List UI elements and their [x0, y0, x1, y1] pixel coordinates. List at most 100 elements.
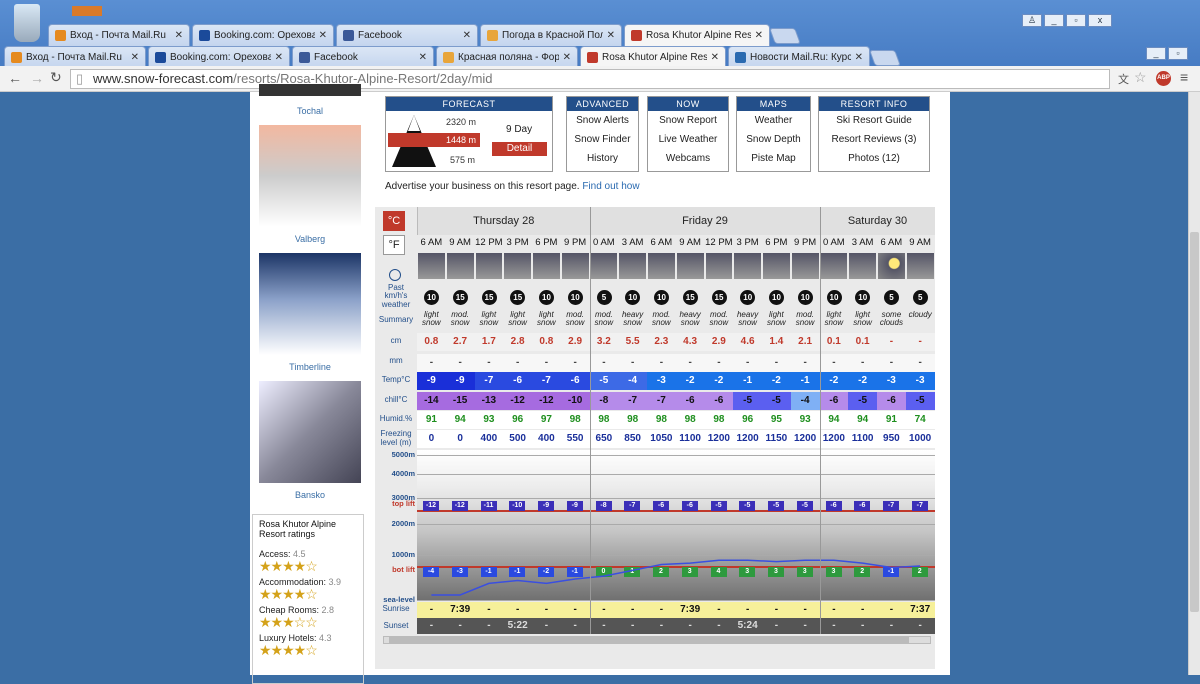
hour-label: 3 PM — [506, 237, 529, 248]
maximize-button[interactable]: ▫ — [1066, 14, 1086, 27]
find-out-how-link[interactable]: Find out how — [582, 181, 639, 192]
snow-value: 0.8 — [417, 333, 446, 351]
elevation-mid[interactable]: 1448 m — [446, 135, 476, 145]
tab-close-icon[interactable]: ✕ — [855, 52, 863, 63]
sunrise-value: - — [704, 602, 734, 618]
sunrise-value: - — [532, 602, 561, 618]
tab-close-icon[interactable]: ✕ — [463, 30, 471, 41]
weather-summary: light snow — [824, 310, 844, 327]
piste-map-link[interactable]: Piste Map — [737, 149, 810, 168]
resort-link-bansko[interactable]: Bansko — [250, 490, 370, 500]
day-header: Friday 29 — [589, 207, 820, 235]
translate-icon[interactable]: 文 — [1118, 71, 1129, 87]
snow-alerts-link[interactable]: Snow Alerts — [567, 111, 638, 130]
url-input[interactable]: ▯ www.snow-forecast.com/resorts/Rosa-Khu… — [70, 69, 1110, 89]
resort-thumb-bansko[interactable] — [259, 381, 361, 483]
resort-thumb-timberline[interactable] — [259, 253, 361, 355]
resort-thumb-tochal[interactable] — [259, 84, 361, 96]
browser-tab-0[interactable]: Вход - Почта Mail.Ru ✕ — [48, 24, 190, 46]
tab-close-icon[interactable]: ✕ — [563, 52, 571, 63]
page-scrollbar[interactable] — [1188, 92, 1200, 675]
resort-link-valberg[interactable]: Valberg — [250, 234, 370, 244]
browser-tab-4[interactable]: Rosa Khutor Alpine Resort De ✕ — [580, 46, 726, 68]
resort-thumb-valberg[interactable] — [259, 125, 361, 227]
forward-arrow-icon[interactable]: → — [30, 70, 44, 86]
restore-button-2[interactable]: ▫ — [1168, 47, 1188, 60]
recycle-bin-icon[interactable] — [14, 4, 40, 42]
elevation-bot[interactable]: 575 m — [450, 155, 475, 165]
wind-speed: 10 — [826, 290, 842, 305]
hour-label: 3 AM — [621, 237, 644, 248]
weather-summary: light snow — [767, 310, 786, 327]
snow-cloud-icon — [906, 253, 934, 279]
detail-button[interactable]: Detail — [492, 142, 547, 156]
photos-link[interactable]: Photos (12) — [819, 149, 929, 168]
browser-tab-1[interactable]: Booking.com: Ореховая Рощ ✕ — [192, 24, 334, 46]
close-window-button[interactable]: x — [1088, 14, 1112, 27]
snow-cloud-icon — [619, 253, 646, 279]
menu-icon[interactable]: ≡ — [1180, 69, 1188, 85]
desktop-folder-icon[interactable] — [72, 6, 102, 16]
snow-value: 0.1 — [848, 333, 877, 351]
browser-tab-3[interactable]: Погода в Красной Поляне - ✕ — [480, 24, 622, 46]
minimize-button[interactable]: _ — [1044, 14, 1064, 27]
humidity-value: 98 — [589, 411, 619, 429]
sunset-value: - — [790, 618, 820, 634]
tab-close-icon[interactable]: ✕ — [419, 52, 427, 63]
browser-tab-3[interactable]: Красная поляна - Форум Sk ✕ — [436, 46, 578, 68]
new-tab-button[interactable] — [769, 28, 801, 44]
ski-resort-guide-link[interactable]: Ski Resort Guide — [819, 111, 929, 130]
snow-report-link[interactable]: Snow Report — [648, 111, 728, 130]
adblock-icon[interactable]: ABP — [1156, 71, 1171, 86]
minimize-button-2[interactable]: _ — [1146, 47, 1166, 60]
tab-close-icon[interactable]: ✕ — [275, 52, 283, 63]
hour-label: 6 AM — [650, 237, 673, 248]
snow-finder-link[interactable]: Snow Finder — [567, 130, 638, 149]
rain-label: mm — [389, 356, 403, 365]
day-header: Saturday 30 — [819, 207, 935, 235]
browser-tab-2[interactable]: Facebook ✕ — [336, 24, 478, 46]
reload-icon[interactable]: ↻ — [50, 69, 62, 86]
browser-tab-1[interactable]: Booking.com: Ореховая Рош ✕ — [148, 46, 290, 68]
hour-label: 9 AM — [679, 237, 701, 248]
sunset-value: - — [905, 618, 935, 634]
snow-label: cm — [390, 336, 402, 345]
user-icon[interactable]: ♙ — [1022, 14, 1042, 27]
back-arrow-icon[interactable]: ← — [8, 70, 22, 86]
bookmark-star-icon[interactable]: ☆ — [1134, 69, 1147, 86]
wind-speed: 10 — [539, 290, 554, 305]
tab-close-icon[interactable]: ✕ — [319, 30, 327, 41]
table-scrollbar-thumb[interactable] — [389, 637, 909, 643]
history-link[interactable]: History — [567, 149, 638, 168]
live-weather-link[interactable]: Live Weather — [648, 130, 728, 149]
tab-close-icon[interactable]: ✕ — [131, 52, 139, 63]
resort-link-timberline[interactable]: Timberline — [250, 362, 370, 372]
resort-reviews-link[interactable]: Resort Reviews (3) — [819, 130, 929, 149]
tab-close-icon[interactable]: ✕ — [755, 30, 763, 41]
chill-value: -7 — [618, 392, 647, 410]
humidity-value: 98 — [647, 411, 676, 429]
tab-title: Booking.com: Ореховая Рош — [170, 52, 271, 63]
rain-value: - — [503, 354, 532, 372]
scrollbar-thumb[interactable] — [1190, 232, 1199, 612]
tab-close-icon[interactable]: ✕ — [711, 52, 719, 63]
freezing-value: 550 — [560, 430, 590, 448]
browser-tab-2[interactable]: Facebook ✕ — [292, 46, 434, 68]
tab-title: Красная поляна - Форум Sk — [458, 52, 559, 63]
webcams-link[interactable]: Webcams — [648, 149, 728, 168]
elevation-top[interactable]: 2320 m — [446, 117, 476, 127]
tab-close-icon[interactable]: ✕ — [607, 30, 615, 41]
browser-tab-5[interactable]: Новости Mail.Ru: Курсы ва ✕ — [728, 46, 870, 68]
rating-value: 4.3 — [319, 633, 332, 643]
browser-tab-0[interactable]: Вход - Почта Mail.Ru ✕ — [4, 46, 146, 68]
tab-close-icon[interactable]: ✕ — [175, 30, 183, 41]
nine-day-link[interactable]: 9 Day — [506, 124, 532, 135]
rain-value: - — [445, 354, 475, 372]
snow-depth-link[interactable]: Snow Depth — [737, 130, 810, 149]
temp-value: -9 — [445, 372, 475, 390]
browser-tab-4[interactable]: Rosa Khutor Alpine Resort De ✕ — [624, 24, 770, 46]
wind-speed: 15 — [452, 290, 468, 305]
resort-link-tochal[interactable]: Tochal — [250, 106, 370, 116]
new-tab-button[interactable] — [869, 50, 901, 66]
weather-map-link[interactable]: Weather — [737, 111, 810, 130]
